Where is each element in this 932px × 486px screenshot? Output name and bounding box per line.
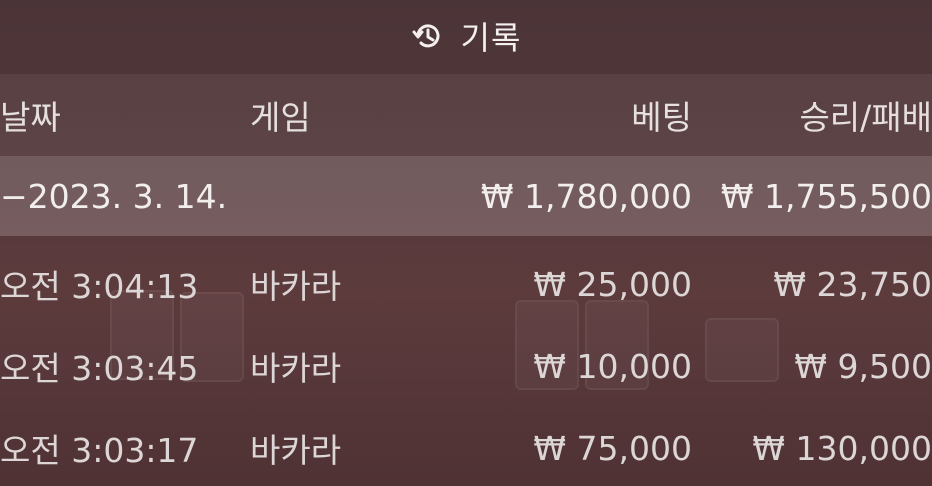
table-row[interactable]: 오전 3:03:45 바카라 ₩ 10,000 ₩ 9,500 [0, 325, 932, 407]
row-game: 바카라 [250, 267, 342, 306]
column-header-game: 게임 [250, 98, 311, 137]
row-time: 오전 3:03:17 [0, 431, 199, 470]
row-time: 오전 3:03:45 [0, 349, 199, 388]
column-header-date: 날짜 [0, 98, 61, 137]
history-icon [411, 19, 445, 53]
date-group-label: −2023. 3. 14. [0, 176, 228, 216]
history-screen: 기록 날짜 게임 베팅 승리/패배 −2023. 3. 14. ₩ 1,780,… [0, 0, 932, 486]
column-header-result: 승리/패배 [799, 98, 932, 137]
table-row[interactable]: 오전 3:04:13 바카라 ₩ 25,000 ₩ 23,750 [0, 243, 932, 325]
date-group-row[interactable]: −2023. 3. 14. ₩ 1,780,000 ₩ 1,755,500 [0, 156, 932, 236]
row-time: 오전 3:04:13 [0, 267, 199, 306]
date-group-bet-total: ₩ 1,780,000 [480, 176, 692, 216]
column-header-bet: 베팅 [631, 98, 692, 137]
row-result: ₩ 23,750 [773, 264, 932, 304]
row-bet: ₩ 10,000 [533, 346, 692, 386]
row-game: 바카라 [250, 349, 342, 388]
page-title: 기록 [460, 19, 522, 57]
row-bet: ₩ 75,000 [533, 428, 692, 468]
row-result: ₩ 9,500 [794, 346, 932, 386]
row-bet: ₩ 25,000 [533, 264, 692, 304]
history-header: 기록 [0, 0, 932, 72]
table-header-row: 날짜 게임 베팅 승리/패배 [0, 74, 932, 156]
date-group-result-total: ₩ 1,755,500 [720, 176, 932, 216]
table-row[interactable]: 오전 3:03:17 바카라 ₩ 75,000 ₩ 130,000 [0, 407, 932, 486]
row-result: ₩ 130,000 [752, 428, 932, 468]
row-game: 바카라 [250, 431, 342, 470]
